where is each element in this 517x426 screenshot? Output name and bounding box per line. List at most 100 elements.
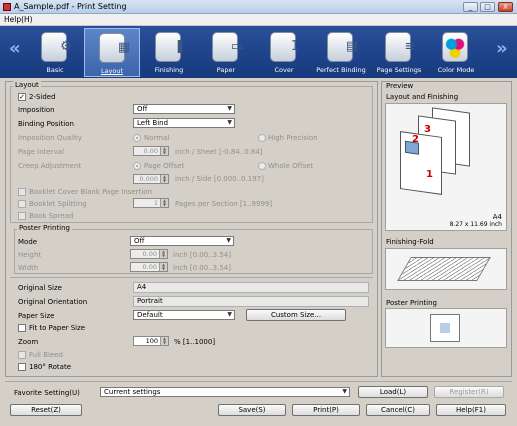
tab-layout[interactable]: ▦ Layout (84, 28, 140, 77)
tab-label: Color Mode (437, 66, 475, 74)
cancel-button[interactable]: Cancel(C) (366, 404, 430, 416)
menu-bar: Help(H) (0, 14, 517, 26)
window-title: A_Sample.pdf - Print Setting (14, 2, 127, 11)
original-orientation-value: Portrait (133, 296, 369, 307)
close-button[interactable]: X (498, 2, 513, 12)
full-bleed-label: Full Bleed (29, 351, 63, 359)
tab-color-mode[interactable]: Color Mode (428, 28, 484, 77)
tab-perfect-binding[interactable]: ▤ Perfect Binding (313, 28, 369, 77)
custom-size-button[interactable]: Custom Size... (246, 309, 346, 321)
book-spread-checkbox[interactable] (18, 212, 26, 220)
page-interval-spin[interactable]: 0.00 ▲ ▼ (133, 146, 169, 156)
creep-page-offset-radio[interactable] (133, 162, 141, 170)
poster-sheet-icon (430, 314, 460, 342)
booklet-splitting-checkbox[interactable] (18, 200, 26, 208)
creep-whole-offset-radio[interactable] (258, 162, 266, 170)
tab-label: Finishing (154, 66, 184, 74)
maximize-button[interactable]: □ (480, 2, 495, 12)
title-bar: A_Sample.pdf - Print Setting _ □ X (0, 0, 517, 14)
zoom-spin[interactable]: 100 ▲ ▼ (133, 336, 169, 346)
favorite-setting-select[interactable]: Current settings ▼ (100, 387, 350, 397)
menu-help[interactable]: Help(H) (4, 15, 33, 24)
original-orientation-label: Original Orientation (18, 298, 88, 306)
tab-label: Perfect Binding (316, 66, 366, 74)
divider (5, 381, 512, 382)
paper-size-label: Paper Size (18, 312, 55, 320)
page-number-2: 2 (412, 134, 419, 145)
finishing-fold-label: Finishing-Fold (386, 238, 434, 246)
poster-tile-icon (440, 323, 450, 333)
poster-height-label: Height (18, 251, 42, 259)
fit-to-paper-label: Fit to Paper Size (29, 324, 86, 332)
two-sided-checkbox[interactable]: ✓ (18, 93, 26, 101)
book-spread-label: Book Spread (29, 212, 74, 220)
creep-adjustment-label: Creep Adjustment (18, 162, 82, 170)
quality-high-radio[interactable] (258, 134, 266, 142)
app-icon (3, 3, 11, 11)
creep-page-offset-label: Page Offset (144, 162, 185, 170)
tab-label: Paper (216, 66, 236, 74)
quality-normal-radio[interactable] (133, 134, 141, 142)
paper-icon: ▭ (212, 32, 243, 62)
poster-printing-preview (385, 308, 507, 348)
poster-width-label: Width (18, 264, 39, 272)
register-button[interactable]: Register(R) (434, 386, 504, 398)
fold-sheet-icon (397, 257, 491, 281)
preview-sheet-1 (400, 131, 442, 195)
page-number-1: 1 (426, 169, 433, 180)
creep-spin[interactable]: 0.000 ▲ ▼ (133, 174, 169, 184)
paper-name: A4 (492, 213, 502, 221)
creep-unit: inch / Side [0.000..0.197] (175, 175, 264, 183)
original-size-value: A4 (133, 282, 369, 293)
preview-title: Preview (384, 82, 416, 90)
layout-preview-box: 3 2 1 A4 8.27 x 11.69 inch (385, 103, 507, 231)
original-size-label: Original Size (18, 284, 62, 292)
pages-per-section-label: Pages per Section [1..9999] (175, 200, 273, 208)
print-button[interactable]: Print(P) (292, 404, 360, 416)
tab-finishing[interactable]: ❚ Finishing (141, 28, 197, 77)
rotate-180-label: 180° Rotate (29, 363, 72, 371)
save-button[interactable]: Save(S) (218, 404, 286, 416)
reset-button[interactable]: Reset(Z) (10, 404, 82, 416)
page-interval-unit: inch / Sheet [-0.84..0.84] (175, 148, 263, 156)
imposition-quality-label: Imposition Quality (18, 134, 82, 142)
poster-height-unit: inch [0.00..3.54] (173, 251, 231, 259)
zoom-unit: % [1..1000] (174, 338, 216, 346)
scroll-left-icon[interactable]: « (9, 39, 21, 59)
imposition-label: Imposition (18, 106, 55, 114)
scroll-right-icon[interactable]: » (496, 39, 508, 59)
rotate-180-checkbox[interactable] (18, 363, 26, 371)
layout-icon: ▦ (99, 33, 130, 63)
booklet-cover-label: Booklet Cover Blank Page Insertion (29, 188, 153, 196)
help-button[interactable]: Help(F1) (436, 404, 506, 416)
fit-to-paper-checkbox[interactable] (18, 324, 26, 332)
pages-per-section-spin[interactable]: 1 ▲ ▼ (133, 198, 169, 208)
tab-paper[interactable]: ▭ Paper (198, 28, 254, 77)
tab-basic[interactable]: ⚙ Basic (27, 28, 83, 77)
poster-width-unit: inch [0.00..3.54] (173, 264, 231, 272)
booklet-cover-checkbox[interactable] (18, 188, 26, 196)
two-sided-label: 2-Sided (29, 93, 56, 101)
poster-mode-label: Mode (18, 238, 38, 246)
imposition-select[interactable]: Off ▼ (133, 104, 235, 114)
booklet-splitting-label: Booklet Splitting (29, 200, 87, 208)
load-button[interactable]: Load(L) (358, 386, 428, 398)
binding-position-select[interactable]: Left Bind ▼ (133, 118, 235, 128)
perfect-binding-icon: ▤ (327, 32, 358, 62)
poster-group-title: Poster Printing (17, 224, 72, 232)
tab-label: Basic (46, 66, 64, 74)
poster-width-spin[interactable]: 0.00 ▲ ▼ (130, 262, 168, 272)
quality-high-label: High Precision (268, 134, 318, 142)
finishing-fold-preview (385, 248, 507, 290)
full-bleed-checkbox[interactable] (18, 351, 26, 359)
binding-position-label: Binding Position (18, 120, 74, 128)
layout-finishing-label: Layout and Finishing (386, 93, 459, 101)
minimize-button[interactable]: _ (463, 2, 478, 12)
page-settings-icon: ≡ (385, 32, 415, 62)
poster-mode-select[interactable]: Off ▼ (130, 236, 234, 246)
poster-height-spin[interactable]: 0.00 ▲ ▼ (130, 249, 168, 259)
tab-page-settings[interactable]: ≡ Page Settings (371, 28, 427, 77)
paper-size-select[interactable]: Default ▼ (133, 310, 235, 320)
layout-group-title: Layout (13, 81, 41, 89)
tab-cover[interactable]: 1 Cover (256, 28, 312, 77)
